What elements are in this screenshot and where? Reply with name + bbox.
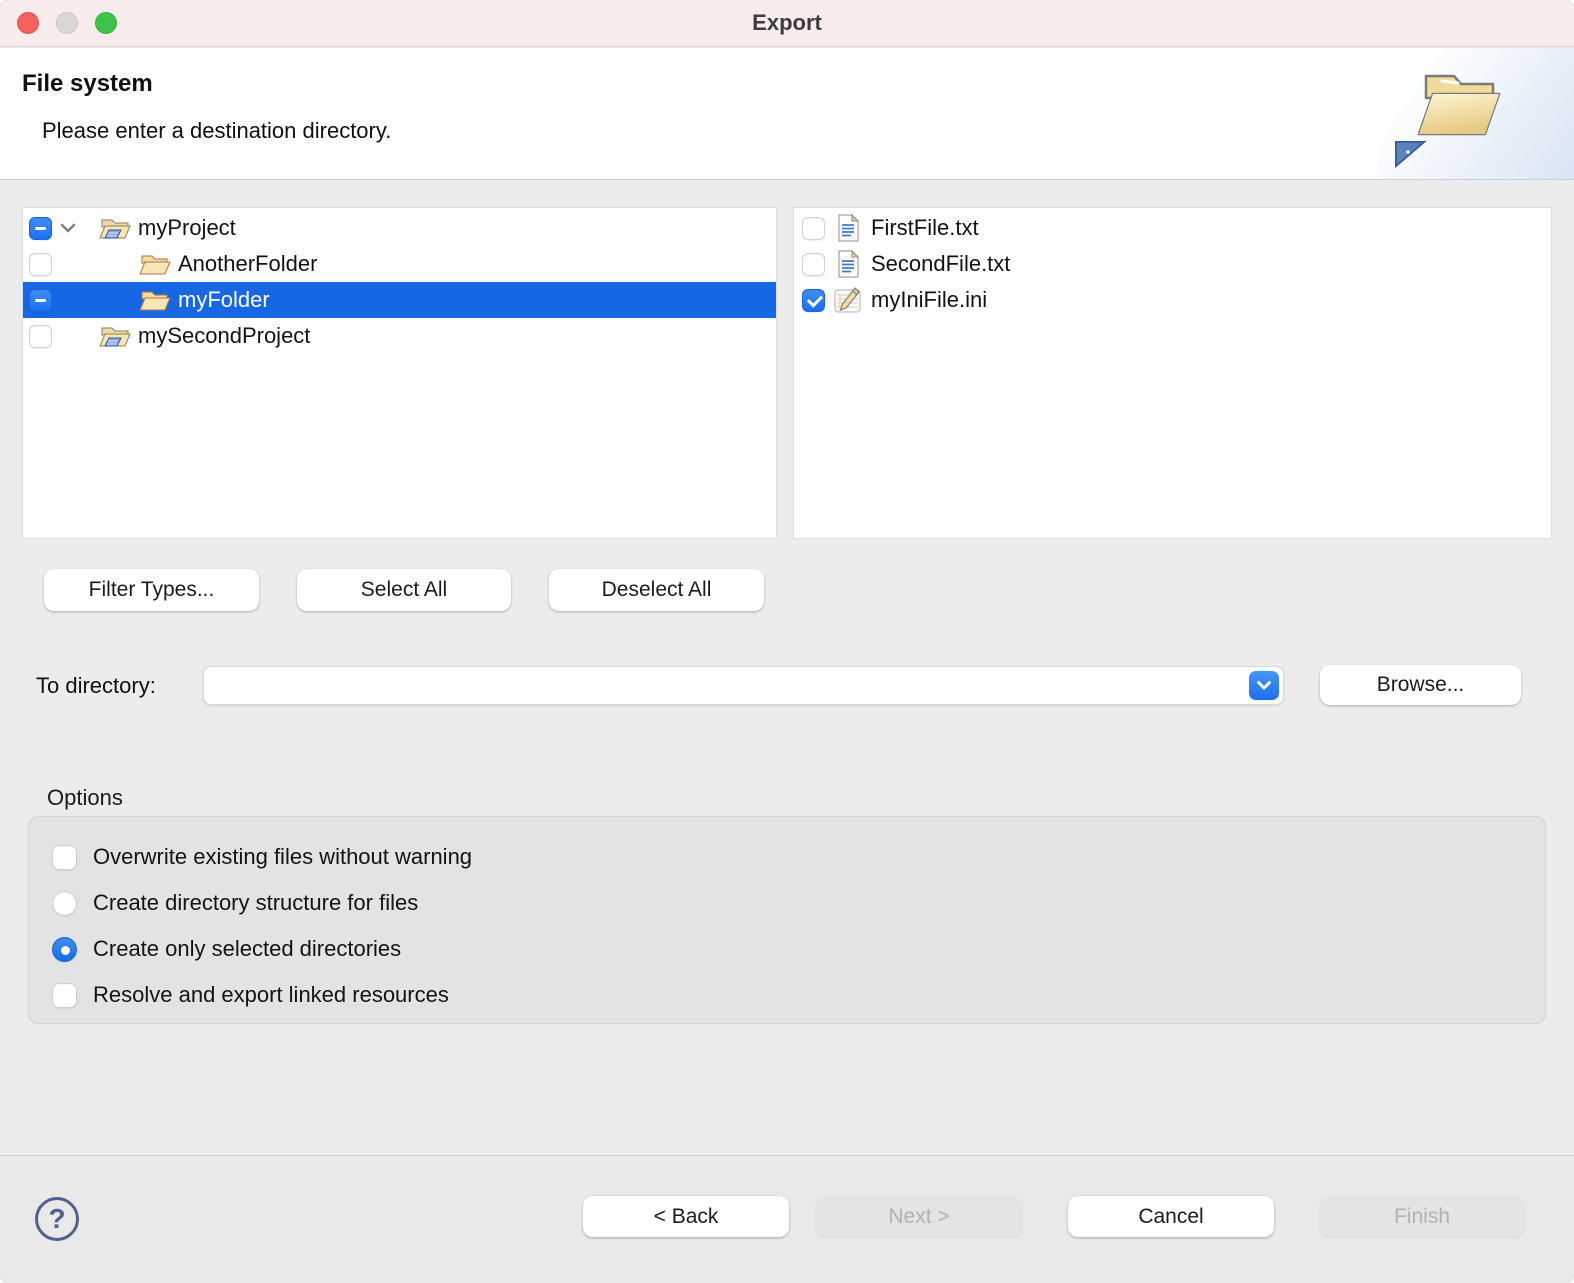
minimize-button: [56, 12, 78, 34]
chevron-down-icon: [1257, 681, 1271, 690]
tree-row-myProject[interactable]: myProject: [23, 210, 776, 246]
folder-icon: [139, 255, 171, 275]
option-label: Create directory structure for files: [93, 890, 419, 915]
option-overwrite[interactable]: Overwrite existing files without warning: [52, 842, 472, 872]
tree-item-label: myProject: [138, 215, 236, 240]
back-button[interactable]: < Back: [583, 1196, 789, 1237]
source-tree-pane: myProject AnotherFolder myFolder mySecon…: [22, 207, 777, 539]
destination-combo[interactable]: [203, 666, 1284, 705]
page-title: File system: [22, 70, 153, 97]
next-button: Next >: [815, 1196, 1023, 1237]
header-message: Please enter a destination directory.: [42, 118, 392, 143]
export-dialog: Export File system Please enter a destin…: [0, 0, 1574, 1283]
window-title: Export: [752, 10, 822, 35]
checkbox-FirstFile[interactable]: [802, 216, 825, 240]
select-all-button[interactable]: Select All: [297, 569, 511, 611]
close-button[interactable]: [17, 12, 39, 34]
chevron-down-icon: [60, 223, 76, 233]
resolve-linked-checkbox[interactable]: [52, 982, 77, 1008]
checkbox-myProject[interactable]: [29, 216, 52, 240]
tree-item-label: mySecondProject: [138, 323, 311, 348]
combo-dropdown-button[interactable]: [1249, 671, 1279, 700]
folder-icon: [139, 291, 171, 311]
wizard-banner: [1378, 48, 1574, 179]
deselect-all-button[interactable]: Deselect All: [549, 569, 764, 611]
options-group: Overwrite existing files without warning…: [28, 816, 1546, 1024]
text-file-icon: [838, 213, 860, 242]
file-list-pane: FirstFile.txt SecondFile.txt myIniFile.i…: [793, 207, 1552, 539]
filter-types-button[interactable]: Filter Types...: [44, 569, 259, 611]
option-label: Overwrite existing files without warning: [93, 844, 473, 869]
browse-button[interactable]: Browse...: [1320, 665, 1521, 705]
create-selected-radio[interactable]: [52, 936, 77, 962]
to-directory-label: To directory:: [36, 673, 156, 698]
finish-button: Finish: [1319, 1196, 1525, 1237]
tree-row-AnotherFolder[interactable]: AnotherFolder: [23, 246, 776, 282]
checkbox-myFolder[interactable]: [29, 288, 52, 312]
file-row-myIniFile[interactable]: myIniFile.ini: [794, 282, 1551, 318]
checkbox-AnotherFolder[interactable]: [29, 252, 52, 276]
file-item-label: myIniFile.ini: [871, 287, 988, 312]
help-button[interactable]: ?: [35, 1197, 79, 1241]
zoom-button[interactable]: [95, 12, 117, 34]
tree-row-myFolder[interactable]: myFolder: [23, 282, 776, 318]
wizard-header: File system Please enter a destination d…: [0, 48, 1574, 180]
option-resolve-linked[interactable]: Resolve and export linked resources: [52, 980, 449, 1010]
option-label: Resolve and export linked resources: [93, 982, 449, 1007]
checkbox-mySecondProject[interactable]: [29, 324, 52, 348]
open-folder-export-icon: [1395, 74, 1501, 169]
ini-file-icon: [834, 287, 861, 313]
text-file-icon: [838, 249, 860, 278]
traffic-lights: [17, 12, 117, 34]
checkbox-myIniFile[interactable]: [802, 288, 825, 312]
file-row-FirstFile[interactable]: FirstFile.txt: [794, 210, 1551, 246]
option-create-structure[interactable]: Create directory structure for files: [52, 888, 418, 918]
file-item-label: SecondFile.txt: [871, 251, 1011, 276]
cancel-button[interactable]: Cancel: [1068, 1196, 1274, 1237]
project-folder-icon: [99, 219, 131, 239]
title-bar: Export: [0, 0, 1574, 47]
tree-row-mySecondProject[interactable]: mySecondProject: [23, 318, 776, 354]
tree-item-label: AnotherFolder: [178, 251, 318, 276]
file-item-label: FirstFile.txt: [871, 215, 979, 240]
create-structure-radio[interactable]: [52, 890, 77, 916]
destination-input[interactable]: [214, 670, 1234, 701]
overwrite-checkbox[interactable]: [52, 844, 77, 870]
option-create-selected[interactable]: Create only selected directories: [52, 934, 401, 964]
file-row-SecondFile[interactable]: SecondFile.txt: [794, 246, 1551, 282]
options-group-label: Options: [47, 785, 123, 810]
tree-item-label: myFolder: [178, 287, 270, 312]
checkbox-SecondFile[interactable]: [802, 252, 825, 276]
option-label: Create only selected directories: [93, 936, 402, 961]
project-folder-icon: [99, 327, 131, 347]
expander-slot[interactable]: [52, 222, 99, 234]
